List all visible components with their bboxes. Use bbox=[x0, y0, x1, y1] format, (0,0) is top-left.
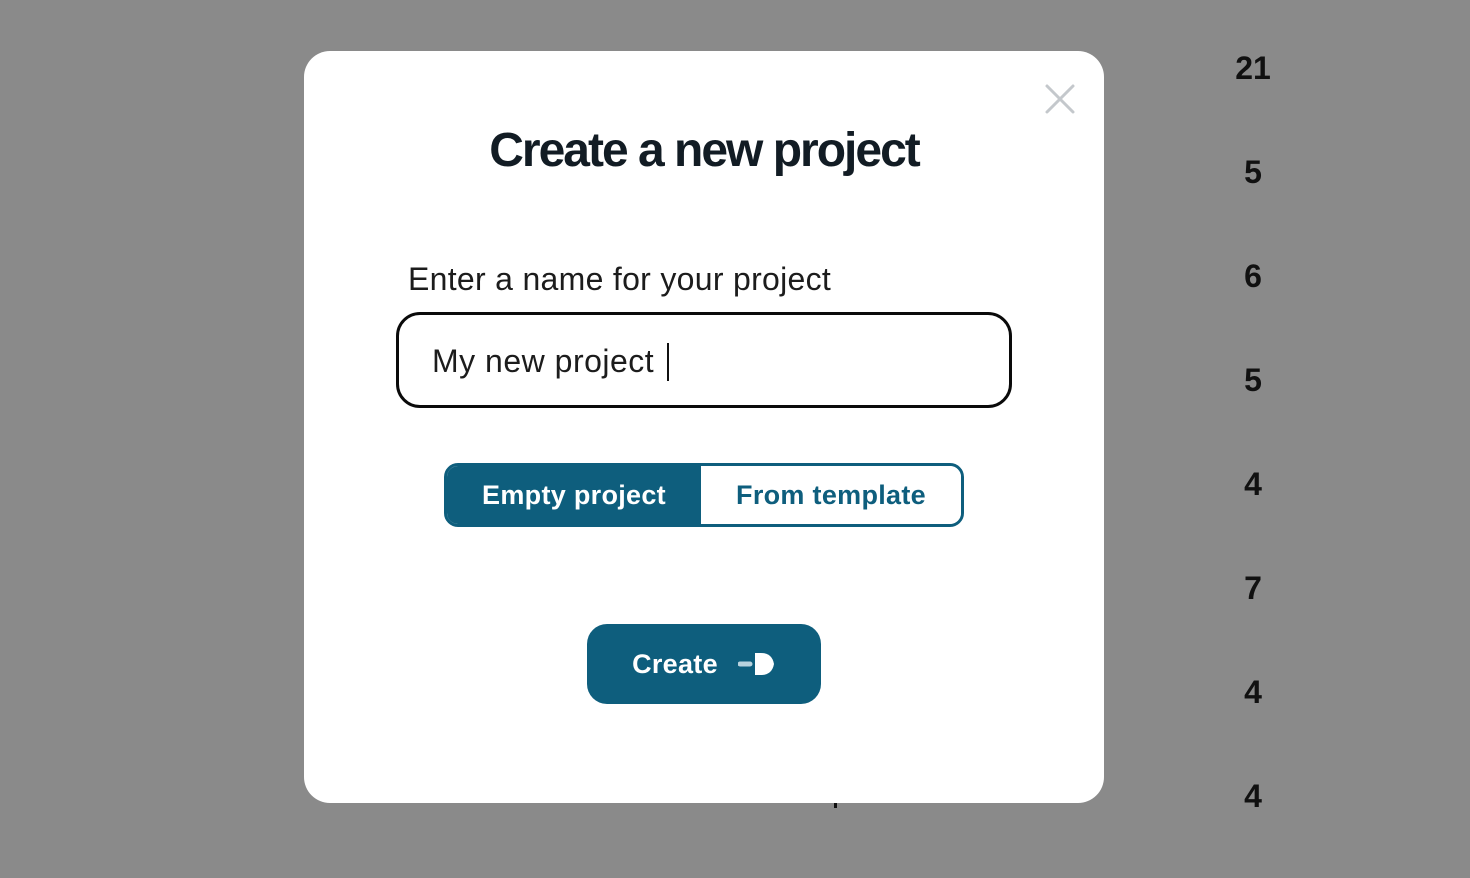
background-count: 4 bbox=[1244, 674, 1262, 710]
background-count-column: 21 5 6 5 4 7 4 4 bbox=[1213, 46, 1293, 878]
arrow-right-icon bbox=[737, 653, 774, 675]
close-button[interactable] bbox=[1044, 83, 1076, 115]
background-count: 21 bbox=[1235, 50, 1271, 86]
close-icon bbox=[1045, 84, 1075, 114]
project-name-label: Enter a name for your project bbox=[408, 261, 832, 297]
background-count: 4 bbox=[1244, 778, 1262, 814]
background-count: 5 bbox=[1244, 362, 1262, 398]
background-count: 7 bbox=[1244, 570, 1262, 606]
project-name-input[interactable] bbox=[432, 339, 972, 383]
create-project-dialog: Create a new project Enter a name for yo… bbox=[304, 51, 1104, 803]
empty-project-option[interactable]: Empty project bbox=[447, 466, 701, 524]
project-type-toggle: Empty project From template bbox=[444, 463, 964, 527]
create-button-label: Create bbox=[632, 648, 718, 679]
create-button[interactable]: Create bbox=[587, 624, 821, 704]
project-name-field[interactable] bbox=[396, 312, 1012, 408]
text-caret bbox=[667, 343, 669, 381]
background-count: 4 bbox=[1244, 466, 1262, 502]
background-count: 5 bbox=[1244, 154, 1262, 190]
background-count: 6 bbox=[1244, 258, 1262, 294]
from-template-option[interactable]: From template bbox=[701, 466, 961, 524]
dialog-title: Create a new project bbox=[489, 124, 921, 177]
